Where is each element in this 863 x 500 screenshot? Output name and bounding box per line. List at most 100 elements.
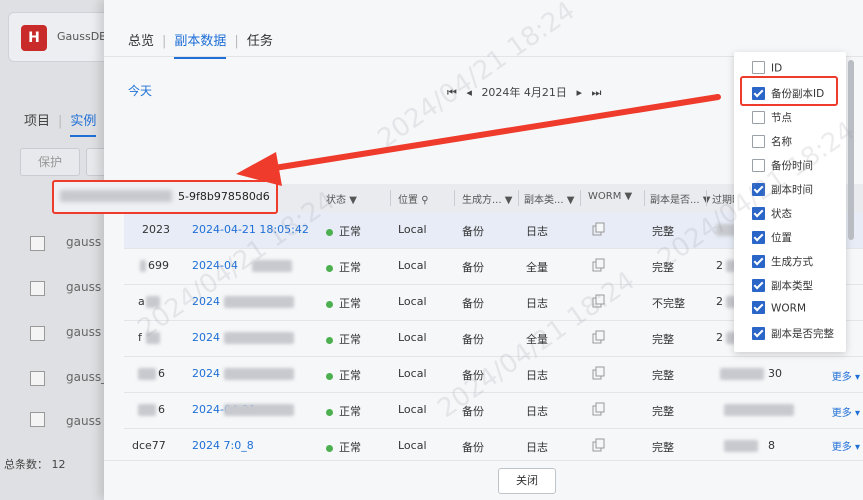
checkbox-icon [752,110,765,124]
col-status[interactable]: 状态 ▼ [326,191,357,206]
last-page-icon[interactable]: ⏭ [591,86,601,99]
row-checkbox[interactable] [30,326,45,341]
column-option[interactable]: 生成方式 [752,254,813,272]
row-checkbox[interactable] [30,371,45,386]
row-checkbox[interactable] [30,281,45,296]
footer-divider [104,460,863,461]
row-complete: 完整 [652,369,674,382]
background-tabs: 项目 | 实例 [24,110,97,137]
checkbox-checked-icon [752,301,765,314]
instance-name[interactable]: gauss [66,414,101,428]
copy-icon [592,222,605,236]
column-option[interactable]: 位置 [752,230,792,248]
status-ok-icon [326,264,333,272]
current-date: 2024年 4月21日 [481,86,567,99]
row-id: 6 [158,403,165,416]
row-location: Local [398,223,427,236]
row-time[interactable]: 2024 [192,295,220,308]
more-menu[interactable]: 更多 ▾ [832,438,860,453]
col-complete[interactable]: 副本是否... ▼ [650,191,710,206]
checkbox-checked-icon [752,206,765,220]
row-location: Local [398,439,427,452]
more-menu[interactable]: 更多 ▾ [832,404,860,419]
instance-name[interactable]: gauss [66,280,101,294]
column-option[interactable]: 副本类型 [752,278,813,296]
column-option[interactable]: 副本是否完整 [752,326,834,344]
row-location: Local [398,259,427,272]
row-checkbox[interactable] [30,236,45,251]
highlight-box [740,76,838,106]
table-row[interactable]: 6 2024-04-21 正常 Local 备份 日志 完整 更多 ▾ [124,392,863,429]
column-option[interactable]: WORM [752,301,806,320]
row-type: 日志 [526,405,548,418]
row-status: 正常 [326,439,361,455]
column-option[interactable]: 状态 [752,206,792,224]
status-ok-icon [326,372,333,380]
copy-icon [592,438,605,452]
tab-tasks[interactable]: 任务 [247,30,273,57]
col-location[interactable]: 位置 ⚲ [398,191,429,206]
row-status: 正常 [326,259,361,275]
scrollbar[interactable] [848,60,854,240]
instance-name[interactable]: gauss_ [66,370,107,384]
row-expire: 30 [768,367,782,380]
more-menu[interactable]: 更多 ▾ [832,368,860,383]
first-page-icon[interactable]: ⏮ [447,86,457,99]
row-time[interactable]: 2024-04-21 18:05:42 [192,223,309,236]
row-time[interactable]: 2024 [192,367,220,380]
col-gen-mode[interactable]: 生成方... ▼ [462,191,512,206]
chevron-down-icon: ▾ [854,408,860,419]
row-mode: 备份 [462,369,484,382]
tab-instance[interactable]: 实例 [70,114,97,137]
instance-name[interactable]: gauss [66,235,101,249]
status-ok-icon [326,336,333,344]
tab-overview[interactable]: 总览 [128,30,154,57]
row-complete: 完整 [652,405,674,418]
row-location: Local [398,331,427,344]
checkbox-checked-icon [752,230,765,244]
protect-button[interactable]: 保护 [20,148,80,176]
tab-copy-data[interactable]: 副本数据 [174,30,227,59]
status-ok-icon [326,228,333,236]
filter-icon: ▼ [566,195,575,206]
column-option[interactable]: 名称 [752,134,792,152]
copy-icon [592,402,605,416]
row-time[interactable]: 2024 7:0_8 [192,439,254,452]
col-copy-type[interactable]: 副本类... ▼ [524,191,574,206]
tab-project[interactable]: 项目 [24,114,50,129]
row-expire: 2 [716,295,723,308]
copy-icon [592,294,605,308]
row-location: Local [398,367,427,380]
column-option[interactable]: 节点 [752,110,792,128]
checkbox-checked-icon [752,254,765,268]
checkbox-checked-icon [752,278,765,292]
table-row[interactable]: dce77 2024 7:0_8 正常 Local 备份 日志 完整 8 更多 … [124,428,863,460]
close-button[interactable]: 关闭 [498,468,556,494]
next-icon[interactable]: ▸ [576,86,582,99]
row-expire: 2 [716,331,723,344]
row-time[interactable]: 2024-04 [192,259,238,272]
prev-icon[interactable]: ◂ [466,86,472,99]
row-status: 正常 [326,331,361,347]
row-mode: 备份 [462,441,484,454]
today-link[interactable]: 今天 [128,82,152,99]
instance-name[interactable]: gauss [66,325,101,339]
column-option[interactable]: 副本时间 [752,182,813,200]
row-time[interactable]: 2024 [192,331,220,344]
row-id: f [138,331,142,344]
gaussdb-logo: H [21,25,47,51]
copy-icon [592,366,605,380]
row-type: 日志 [526,225,548,238]
row-mode: 备份 [462,261,484,274]
date-navigator: ⏮ ◂ 2024年 4月21日 ▸ ⏭ [444,84,604,100]
row-checkbox[interactable] [30,412,45,427]
checkbox-icon [752,158,765,172]
row-location: Local [398,295,427,308]
column-option[interactable]: 备份时间 [752,158,813,176]
col-worm[interactable]: WORM ▼ [588,191,632,202]
row-id: 2023 [142,223,170,236]
row-id: 699 [148,259,169,272]
checkbox-checked-icon [752,326,765,340]
row-type: 日志 [526,369,548,382]
table-row[interactable]: 6 2024 正常 Local 备份 日志 完整 30 更多 ▾ [124,356,863,393]
